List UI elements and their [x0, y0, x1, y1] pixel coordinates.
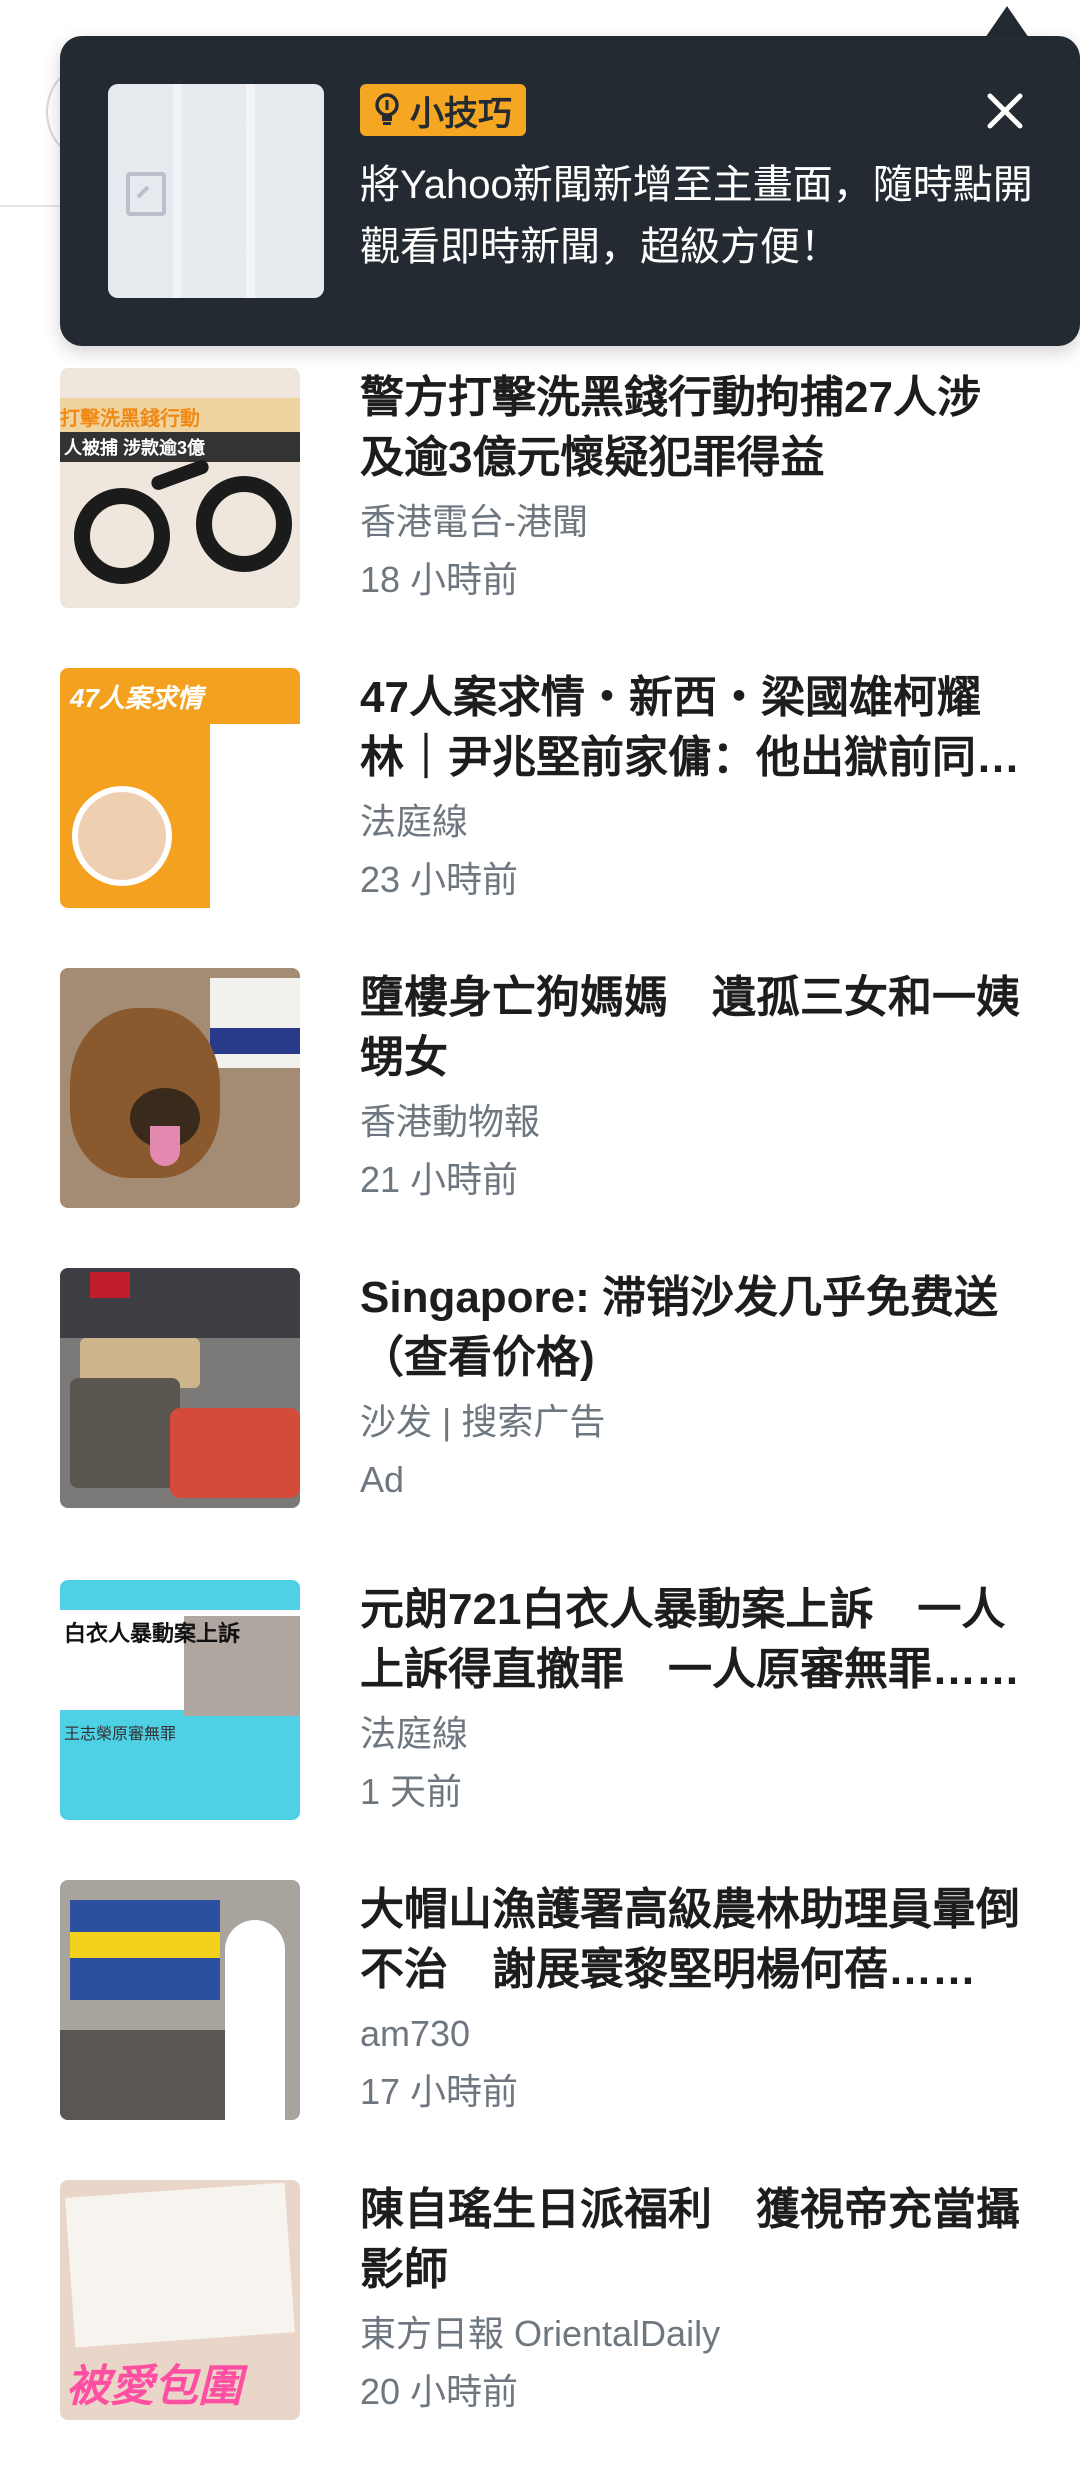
- thumbnail-caption: 白衣人暴動案上訴: [64, 1621, 241, 1646]
- news-item[interactable]: 47人案求情 47人案求情・新西・梁國雄柯耀林｜尹兆堅前家傭：他出獄前同我講………: [0, 668, 1080, 968]
- lightbulb-icon: [375, 93, 399, 125]
- news-thumbnail[interactable]: [60, 968, 300, 1208]
- news-title[interactable]: 元朗721白衣人暴動案上訴 一人上訴得直撤罪 一人原審無罪……: [360, 1580, 1020, 1700]
- thumbnail-caption: 王志榮原審無罪: [64, 1726, 177, 1743]
- close-icon[interactable]: [980, 86, 1030, 136]
- news-thumbnail[interactable]: 打擊洗黑錢行動 人被捕 涉款逾3億: [60, 368, 300, 608]
- home-screen-preview-image: [108, 84, 324, 298]
- news-time: 18 小時前: [360, 559, 519, 600]
- news-thumbnail[interactable]: 白衣人暴動案上訴 王志榮原審無罪: [60, 1580, 300, 1820]
- ad-label: Ad: [360, 1459, 405, 1500]
- news-source: am730: [360, 2013, 471, 2054]
- tip-message: 將Yahoo新聞新增至主畫面，隨時點開觀看即時新聞，超級方便！: [360, 163, 1033, 269]
- add-to-home-icon: [126, 172, 166, 216]
- news-title[interactable]: 大帽山漁護署高級農林助理員暈倒不治 謝展寰黎堅明楊何蓓……: [360, 1880, 1020, 2000]
- news-source: 法庭線: [360, 801, 469, 842]
- news-item[interactable]: 大帽山漁護署高級農林助理員暈倒不治 謝展寰黎堅明楊何蓓…… am730 17 小…: [0, 1880, 1080, 2180]
- news-item[interactable]: 墮樓身亡狗媽媽 遺孤三女和一姨甥女 香港動物報 21 小時前: [0, 968, 1080, 1268]
- add-to-home-tooltip: 小技巧 將Yahoo新聞新增至主畫面，隨時點開觀看即時新聞，超級方便！: [60, 36, 1080, 346]
- news-time: 1 天前: [360, 1771, 463, 1812]
- ad-thumbnail[interactable]: [60, 1268, 300, 1508]
- news-title[interactable]: 墮樓身亡狗媽媽 遺孤三女和一姨甥女: [360, 968, 1020, 1088]
- news-thumbnail[interactable]: 47人案求情: [60, 668, 300, 908]
- thumbnail-caption: 47人案求情: [70, 683, 203, 713]
- news-time: 20 小時前: [360, 2371, 519, 2412]
- news-title[interactable]: 陳自瑤生日派福利 獲視帝充當攝影師: [360, 2180, 1020, 2300]
- thumbnail-caption: 人被捕 涉款逾3億: [60, 432, 300, 462]
- news-title[interactable]: 47人案求情・新西・梁國雄柯耀林｜尹兆堅前家傭：他出獄前同我講……: [360, 668, 1020, 788]
- tip-badge: 小技巧: [360, 84, 526, 136]
- tooltip-arrow: [985, 6, 1029, 38]
- news-item[interactable]: 打擊洗黑錢行動 人被捕 涉款逾3億 警方打擊洗黑錢行動拘捕27人涉及逾3億元懷疑…: [0, 368, 1080, 668]
- thumbnail-caption: 被愛包圍: [66, 2362, 242, 2411]
- news-source: 香港動物報: [360, 1101, 541, 1142]
- news-source: 法庭線: [360, 1713, 469, 1754]
- tip-badge-label: 小技巧: [410, 94, 512, 133]
- news-time: 21 小時前: [360, 1159, 519, 1200]
- news-source: 香港電台-港聞: [360, 501, 588, 542]
- news-time: 17 小時前: [360, 2071, 519, 2112]
- news-thumbnail[interactable]: 被愛包圍: [60, 2180, 300, 2420]
- news-source: 東方日報 OrientalDaily: [360, 2313, 721, 2354]
- news-thumbnail[interactable]: [60, 1880, 300, 2120]
- ad-title[interactable]: Singapore: 滞销沙发几乎免费送（查看价格): [360, 1268, 1020, 1388]
- news-item[interactable]: 白衣人暴動案上訴 王志榮原審無罪 元朗721白衣人暴動案上訴 一人上訴得直撤罪 …: [0, 1580, 1080, 1880]
- news-title[interactable]: 警方打擊洗黑錢行動拘捕27人涉及逾3億元懷疑犯罪得益: [360, 368, 1020, 488]
- news-item[interactable]: 被愛包圍 陳自瑤生日派福利 獲視帝充當攝影師 東方日報 OrientalDail…: [0, 2180, 1080, 2480]
- thumbnail-caption: 打擊洗黑錢行動: [60, 408, 200, 430]
- ad-item[interactable]: Singapore: 滞销沙发几乎免费送（查看价格) 沙发 | 搜索广告 Ad: [0, 1268, 1080, 1568]
- ad-source: 沙发 | 搜索广告: [360, 1401, 606, 1442]
- news-time: 23 小時前: [360, 859, 519, 900]
